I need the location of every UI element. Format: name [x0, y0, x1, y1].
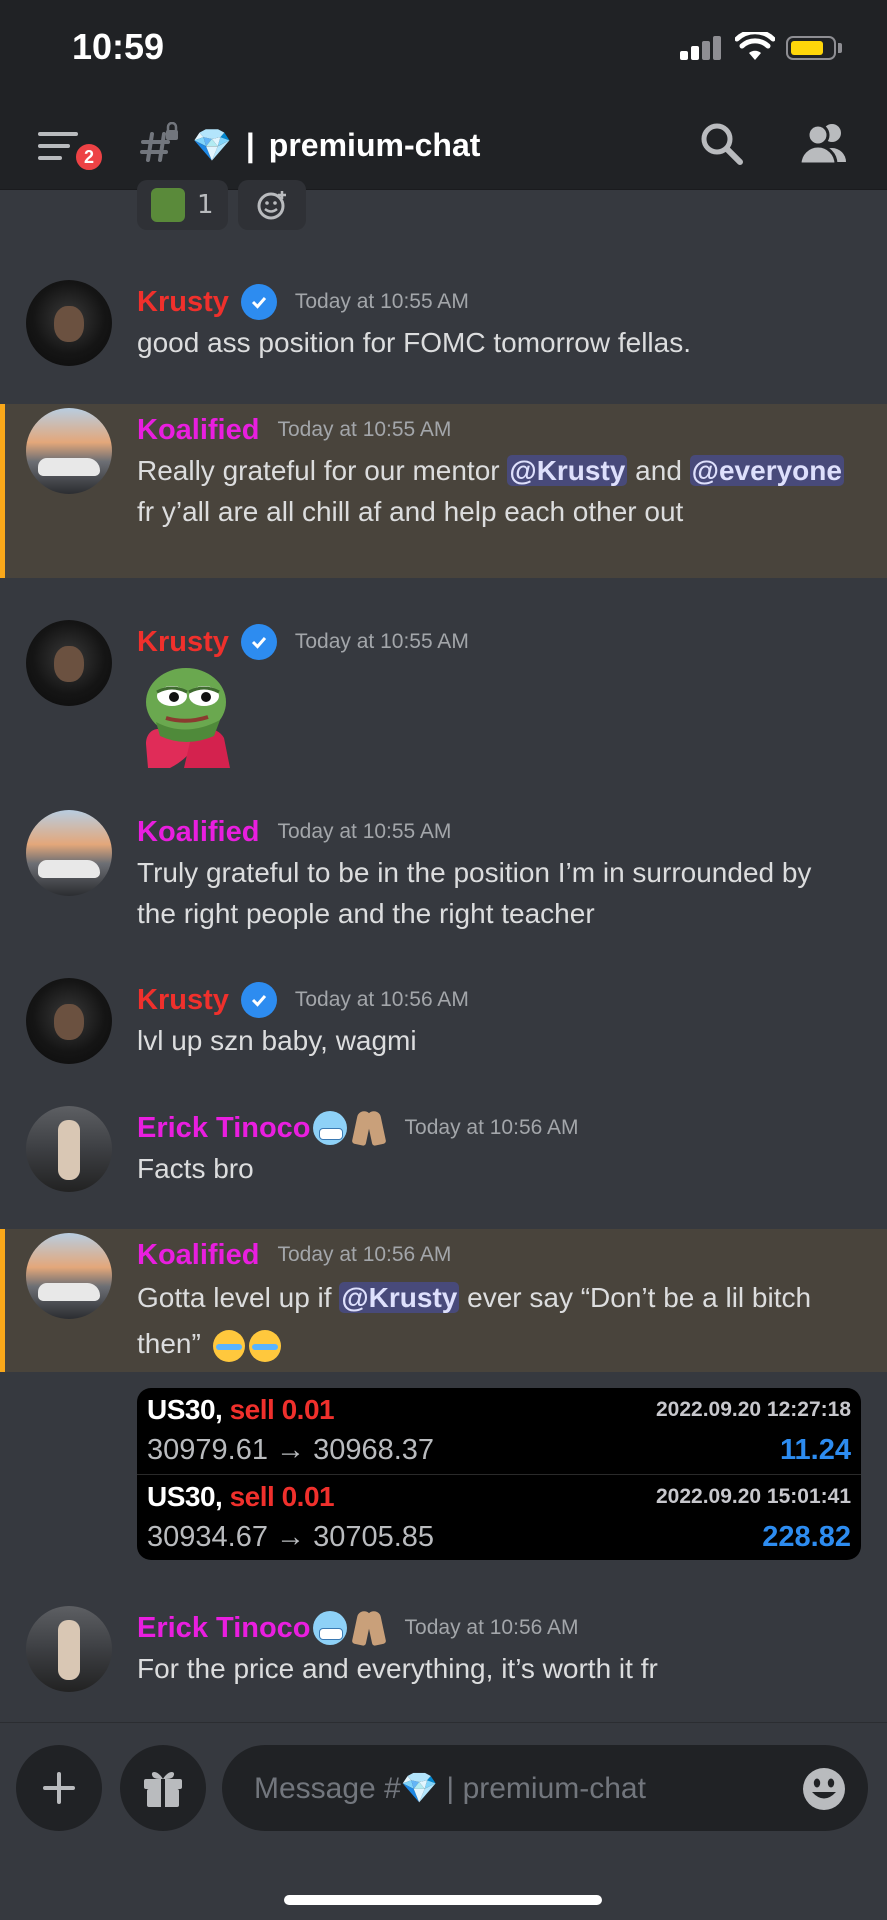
- message-item[interactable]: Krusty Today at 10:55 AM good ass positi…: [0, 268, 887, 398]
- locked-channel-icon: [140, 122, 178, 162]
- emoji-picker-icon[interactable]: [802, 1767, 846, 1811]
- add-reaction-icon: [257, 191, 286, 220]
- timestamp: Today at 10:56 AM: [404, 1116, 579, 1139]
- gift-icon: [144, 1772, 182, 1807]
- cold-face-icon: [312, 1611, 347, 1645]
- cellular-signal-icon: [680, 36, 722, 60]
- search-icon[interactable]: [698, 120, 744, 166]
- plus-icon: [43, 1772, 75, 1804]
- text-segment: fr y’all are all chill af and help each …: [137, 496, 684, 527]
- message-item[interactable]: Koalified Today at 10:55 AM Truly gratef…: [0, 800, 887, 960]
- timestamp: Today at 10:55 AM: [294, 630, 469, 653]
- trade-row: US30, sell 0.01 2022.09.20 15:01:41 3093…: [137, 1474, 861, 1560]
- avatar[interactable]: [26, 408, 112, 494]
- gift-button[interactable]: [120, 1745, 206, 1831]
- avatar[interactable]: [26, 1233, 112, 1319]
- message-text: Truly grateful to be in the position I’m…: [137, 857, 812, 929]
- cold-face-icon: [312, 1111, 347, 1145]
- gem-icon: 💎: [192, 127, 232, 163]
- author-name[interactable]: Koalified: [137, 414, 259, 447]
- avatar[interactable]: [26, 978, 112, 1064]
- wifi-icon: [735, 32, 775, 60]
- verified-icon: [240, 624, 277, 660]
- avatar[interactable]: [26, 1606, 112, 1692]
- message-input[interactable]: Message #💎 | premium-chat: [222, 1745, 868, 1831]
- trade-symbol: US30,: [147, 1481, 223, 1512]
- timestamp: Today at 10:56 AM: [277, 1243, 452, 1266]
- avatar[interactable]: [26, 280, 112, 366]
- avatar[interactable]: [26, 810, 112, 896]
- crying-face-icon: [212, 1329, 245, 1362]
- channel-header: 2 💎 | premium-chat: [0, 100, 887, 190]
- timestamp: Today at 10:55 AM: [294, 290, 469, 313]
- message-item[interactable]: Krusty Today at 10:56 AM lvl up szn baby…: [0, 970, 887, 1080]
- trade-profit: 228.82: [762, 1521, 851, 1553]
- trade-profit: 11.24: [780, 1434, 851, 1466]
- trade-row: US30, sell 0.01 2022.09.20 12:27:18 3097…: [137, 1388, 861, 1474]
- members-icon[interactable]: [798, 120, 848, 166]
- menu-button[interactable]: 2: [38, 126, 106, 174]
- message-text: Gotta level up if @Krusty ever say “Don’…: [137, 1275, 857, 1367]
- add-attachment-button[interactable]: [16, 1745, 102, 1831]
- pepe-reaction-icon: [151, 188, 185, 222]
- avatar[interactable]: [26, 1106, 112, 1192]
- message-placeholder: Message #💎 | premium-chat: [254, 1771, 646, 1805]
- channel-name: premium-chat: [268, 126, 481, 163]
- trade-prices: 30934.67 → 30705.85: [147, 1521, 435, 1553]
- message-composer: Message #💎 | premium-chat: [0, 1722, 887, 1920]
- folded-hands-icon: [351, 1109, 387, 1147]
- everyone-mention[interactable]: @everyone: [689, 455, 844, 486]
- title-separator: |: [245, 126, 255, 163]
- trade-datetime: 2022.09.20 15:01:41: [656, 1485, 851, 1508]
- channel-title[interactable]: 💎 | premium-chat: [192, 120, 480, 170]
- reaction-count: 1: [197, 190, 214, 220]
- user-mention[interactable]: @Krusty: [339, 1282, 460, 1313]
- message-item[interactable]: Erick Tinoco Today at 10:56 AM For the p…: [0, 1596, 887, 1706]
- message-text: Facts bro: [137, 1153, 254, 1184]
- message-text: good ass position for FOMC tomorrow fell…: [137, 327, 691, 358]
- message-item[interactable]: Koalified Today at 10:56 AM Gotta level …: [0, 1229, 887, 1372]
- timestamp: Today at 10:56 AM: [294, 988, 469, 1011]
- trade-datetime: 2022.09.20 12:27:18: [656, 1398, 851, 1421]
- reaction-row: 1: [137, 180, 306, 230]
- text-segment: Gotta level up if: [137, 1282, 340, 1313]
- trade-prices: 30979.61 → 30968.37: [147, 1434, 435, 1466]
- message-text: Really grateful for our mentor @Krusty a…: [137, 450, 857, 532]
- author-name[interactable]: Erick Tinoco: [137, 1612, 311, 1645]
- author-name[interactable]: Erick Tinoco: [137, 1112, 311, 1145]
- author-name[interactable]: Krusty: [137, 626, 229, 659]
- message-text: lvl up szn baby, wagmi: [137, 1025, 417, 1056]
- add-reaction-button[interactable]: [237, 180, 306, 230]
- trade-side: sell 0.01: [229, 1481, 335, 1512]
- timestamp: Today at 10:55 AM: [277, 820, 452, 843]
- text-segment: and: [627, 455, 690, 486]
- status-time: 10:59: [72, 26, 165, 67]
- trade-side: sell 0.01: [229, 1394, 335, 1425]
- pepe-heart-sticker[interactable]: [144, 662, 230, 768]
- author-name[interactable]: Krusty: [137, 984, 229, 1017]
- timestamp: Today at 10:55 AM: [277, 418, 452, 441]
- home-indicator: [284, 1895, 602, 1905]
- status-bar: 10:59: [0, 0, 887, 100]
- user-mention[interactable]: @Krusty: [507, 455, 628, 486]
- author-name[interactable]: Koalified: [137, 1239, 259, 1272]
- folded-hands-icon: [351, 1609, 387, 1647]
- notification-badge: 2: [72, 140, 106, 174]
- message-item[interactable]: Erick Tinoco Today at 10:56 AM Facts bro: [0, 1100, 887, 1210]
- trade-symbol: US30,: [147, 1394, 223, 1425]
- avatar[interactable]: [26, 620, 112, 706]
- text-segment: Really grateful for our mentor: [137, 455, 508, 486]
- message-text: For the price and everything, it’s worth…: [137, 1653, 658, 1684]
- author-name[interactable]: Koalified: [137, 816, 259, 849]
- battery-icon: [786, 36, 836, 60]
- crying-face-icon: [248, 1329, 281, 1362]
- timestamp: Today at 10:56 AM: [404, 1616, 579, 1639]
- reaction-chip[interactable]: 1: [137, 180, 228, 230]
- message-item[interactable]: Koalified Today at 10:55 AM Really grate…: [0, 404, 887, 578]
- trades-image[interactable]: US30, sell 0.01 2022.09.20 12:27:18 3097…: [137, 1388, 861, 1560]
- verified-icon: [240, 982, 277, 1018]
- author-name[interactable]: Krusty: [137, 286, 229, 319]
- message-item[interactable]: Krusty Today at 10:55 AM: [0, 604, 887, 774]
- verified-icon: [240, 284, 277, 320]
